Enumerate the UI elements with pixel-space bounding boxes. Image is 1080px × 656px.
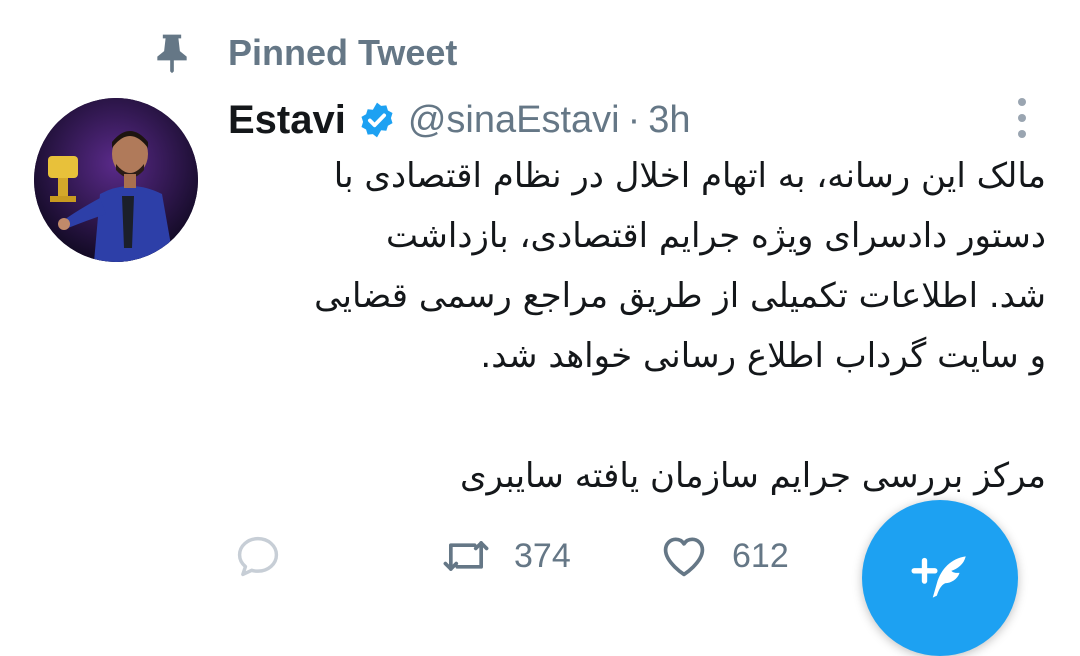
tweet-timestamp[interactable]: 3h <box>648 99 690 142</box>
tweet-line: و سایت گرداب اطلاع رسانی خواهد شد. <box>480 336 1046 376</box>
user-handle[interactable]: @sinaEstavi <box>408 99 620 142</box>
pin-icon <box>157 34 187 74</box>
retweet-count: 374 <box>514 536 571 575</box>
more-vertical-icon[interactable] <box>1008 96 1036 140</box>
retweet-button[interactable]: 374 <box>440 524 571 588</box>
pinned-label: Pinned Tweet <box>228 32 458 73</box>
compose-tweet-button[interactable] <box>862 500 1018 656</box>
avatar-image <box>34 98 198 262</box>
like-button[interactable]: 612 <box>658 524 789 588</box>
tweet-line: دستور دادسرای ویژه جرایم اقتصادی، بازداش… <box>386 216 1046 256</box>
tweet-signature: مرکز بررسی جرایم سازمان یافته سایبری <box>459 456 1046 496</box>
retweet-icon <box>443 541 489 571</box>
avatar[interactable] <box>34 98 198 262</box>
verified-badge-icon <box>361 102 393 138</box>
reply-icon <box>237 536 279 577</box>
tweet-line: مالک این رسانه، به اتهام اخلال در نظام ا… <box>333 156 1046 196</box>
display-name[interactable]: Estavi <box>228 98 346 143</box>
tweet-text: مالک این رسانه، به اتهام اخلال در نظام ا… <box>226 146 1046 506</box>
compose-tweet-icon <box>911 556 966 598</box>
tweet-header: Estavi @sinaEstavi · 3h <box>228 92 691 148</box>
tweet-line: شد. اطلاعات تکمیلی از طریق مراجع رسمی قض… <box>314 276 1046 316</box>
separator-dot: · <box>627 98 641 141</box>
heart-icon <box>663 537 705 577</box>
pinned-tweet-header: Pinned Tweet <box>150 28 457 78</box>
like-count: 612 <box>732 536 789 575</box>
reply-button[interactable] <box>232 524 306 588</box>
